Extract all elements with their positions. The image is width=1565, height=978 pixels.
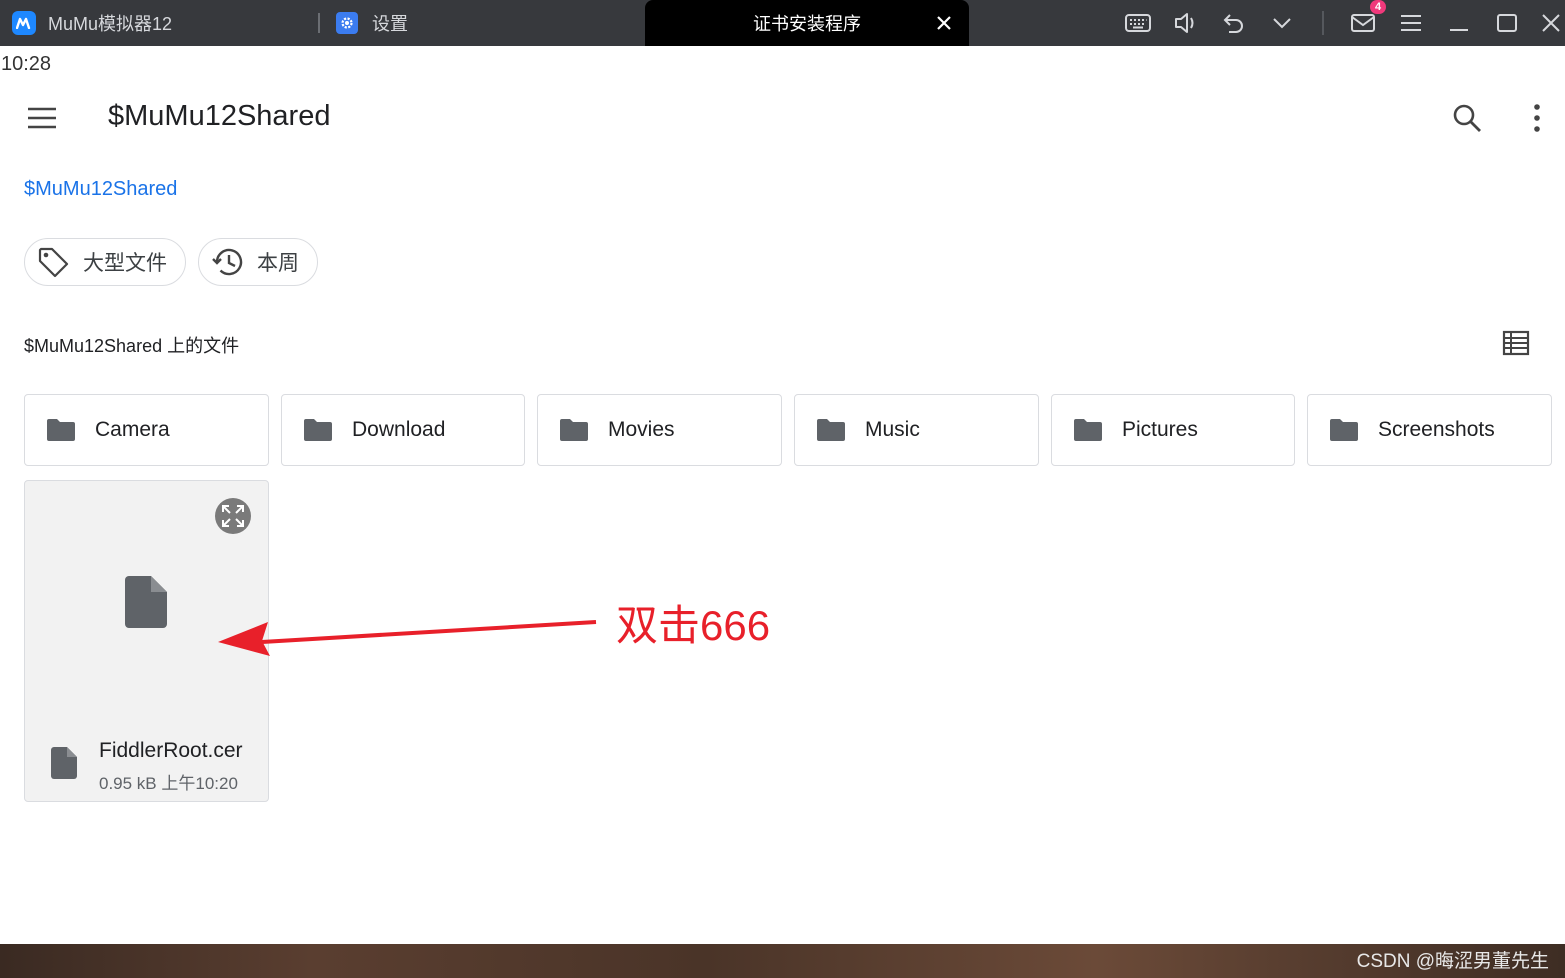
minimize-icon[interactable] [1445, 9, 1473, 37]
chip-large-files[interactable]: 大型文件 [24, 238, 186, 286]
tab-label: 设置 [372, 14, 408, 34]
expand-icon [222, 505, 244, 527]
folder-name: Camera [95, 418, 170, 441]
navigation-drawer-button[interactable] [26, 104, 58, 132]
file-name: FiddlerRoot.cer [99, 739, 243, 762]
desktop-background-strip [0, 944, 1565, 978]
maximize-icon[interactable] [1493, 9, 1521, 37]
folder-icon [560, 419, 588, 441]
folder-screenshots[interactable]: Screenshots [1307, 394, 1552, 466]
file-card-fiddlerroot[interactable]: FiddlerRoot.cer 0.95 kB 上午10:20 [24, 480, 269, 802]
file-type-icon [51, 747, 77, 779]
tab-label: 证书安装程序 [753, 14, 861, 34]
breadcrumb[interactable]: $MuMu12Shared [24, 178, 177, 201]
file-icon [125, 576, 167, 628]
status-bar-time: 10:28 [1, 53, 52, 75]
chip-label: 本周 [257, 252, 299, 275]
folder-icon [1074, 419, 1102, 441]
folder-name: Movies [608, 418, 675, 441]
folder-name: Screenshots [1378, 418, 1495, 441]
tab-label: MuMu模拟器12 [48, 14, 173, 34]
keyboard-icon[interactable] [1124, 9, 1152, 37]
chip-this-week[interactable]: 本周 [198, 238, 318, 286]
chevron-down-icon[interactable] [1268, 9, 1296, 37]
tab-mumu-app[interactable]: MuMu模拟器12 [0, 0, 320, 46]
search-button[interactable] [1451, 102, 1483, 134]
folder-name: Pictures [1122, 418, 1198, 441]
tab-certificate-installer[interactable]: 证书安装程序 [645, 0, 969, 46]
emulator-title-bar: MuMu模拟器12 设置 证书安装程序 4 [0, 0, 1565, 46]
tag-icon [38, 247, 69, 278]
folder-name: Download [352, 418, 446, 441]
folder-icon [817, 419, 845, 441]
mumu-logo-icon [12, 11, 36, 35]
folder-download[interactable]: Download [281, 394, 525, 466]
back-undo-icon[interactable] [1220, 9, 1248, 37]
search-icon [1453, 104, 1481, 132]
more-options-button[interactable] [1522, 102, 1552, 134]
volume-icon[interactable] [1172, 9, 1200, 37]
more-vert-icon [1534, 104, 1540, 132]
history-icon [212, 248, 243, 276]
watermark: CSDN @晦涩男董先生 [1356, 951, 1549, 972]
folder-icon [47, 419, 75, 441]
file-meta: 0.95 kB 上午10:20 [99, 774, 238, 793]
hamburger-menu-icon[interactable] [1397, 9, 1425, 37]
list-view-toggle[interactable] [1502, 330, 1530, 356]
files-section-title: $MuMu12Shared 上的文件 [24, 336, 240, 356]
page-title: $MuMu12Shared [108, 100, 331, 132]
folder-name: Music [865, 418, 920, 441]
menu-icon [28, 107, 56, 129]
annotation-label: 双击666 [616, 602, 771, 649]
folder-movies[interactable]: Movies [537, 394, 782, 466]
mail-badge: 4 [1370, 0, 1386, 14]
folder-music[interactable]: Music [794, 394, 1039, 466]
tab-settings[interactable]: 设置 [320, 0, 640, 46]
folder-pictures[interactable]: Pictures [1051, 394, 1295, 466]
window-close-icon[interactable] [1537, 9, 1565, 37]
folder-icon [304, 419, 332, 441]
expand-preview-button[interactable] [215, 498, 251, 534]
chip-label: 大型文件 [83, 252, 167, 275]
toolbar-divider [1322, 11, 1324, 35]
folder-camera[interactable]: Camera [24, 394, 269, 466]
view-list-icon [1502, 330, 1530, 356]
close-icon[interactable] [933, 12, 955, 34]
gear-icon [336, 12, 358, 34]
folder-icon [1330, 419, 1358, 441]
